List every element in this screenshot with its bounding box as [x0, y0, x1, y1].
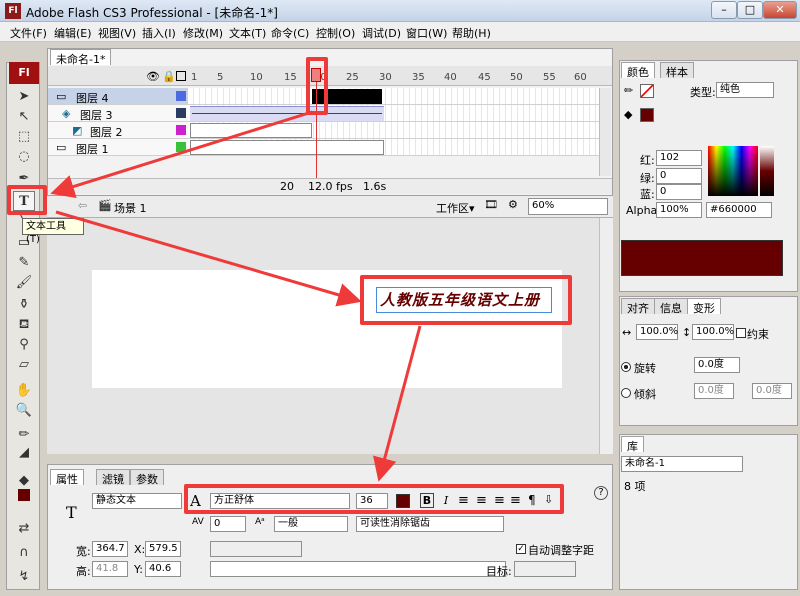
arrow-frame-to-tool [50, 110, 313, 199]
arrow-tool-to-text [55, 210, 362, 307]
annotation-arrows [50, 110, 422, 482]
arrow-text-to-props [373, 325, 422, 482]
